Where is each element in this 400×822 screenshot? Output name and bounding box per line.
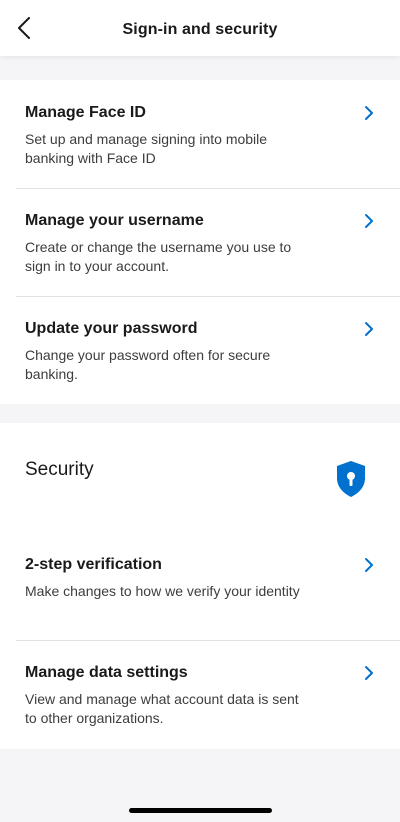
chevron-right-icon xyxy=(365,106,373,120)
row-description: View and manage what account data is sen… xyxy=(25,691,299,726)
top-nav-bar: Sign-in and security xyxy=(0,0,400,56)
two-step-verification-row[interactable]: 2-step verification Make changes to how … xyxy=(16,533,400,641)
row-description: Set up and manage signing into mobile ba… xyxy=(25,131,268,166)
manage-face-id-row[interactable]: Manage Face ID Set up and manage signing… xyxy=(16,80,400,188)
update-password-row[interactable]: Update your password Change your passwor… xyxy=(16,297,400,404)
home-indicator[interactable] xyxy=(129,808,272,813)
shield-lock-icon xyxy=(337,461,365,497)
manage-data-settings-row[interactable]: Manage data settings View and manage wha… xyxy=(16,641,400,749)
chevron-right-icon xyxy=(365,666,373,680)
row-title: Manage Face ID xyxy=(25,104,146,121)
row-title: Manage data settings xyxy=(25,664,188,681)
manage-username-row[interactable]: Manage your username Create or change th… xyxy=(16,189,400,296)
security-card: Security 2-step verification Make change… xyxy=(0,423,400,749)
chevron-right-icon xyxy=(365,322,373,336)
chevron-right-icon xyxy=(365,214,373,228)
section-heading: Security xyxy=(25,459,94,480)
page-title: Sign-in and security xyxy=(122,21,278,38)
row-title: 2-step verification xyxy=(25,556,162,573)
signin-options-card: Manage Face ID Set up and manage signing… xyxy=(0,80,400,404)
row-description: Make changes to how we verify your ident… xyxy=(25,583,300,599)
row-description: Create or change the username you use to… xyxy=(25,239,292,274)
row-title: Manage your username xyxy=(25,212,204,229)
row-title: Update your password xyxy=(25,320,198,337)
row-description: Change your password often for secure ba… xyxy=(25,347,271,382)
chevron-right-icon xyxy=(365,558,373,572)
